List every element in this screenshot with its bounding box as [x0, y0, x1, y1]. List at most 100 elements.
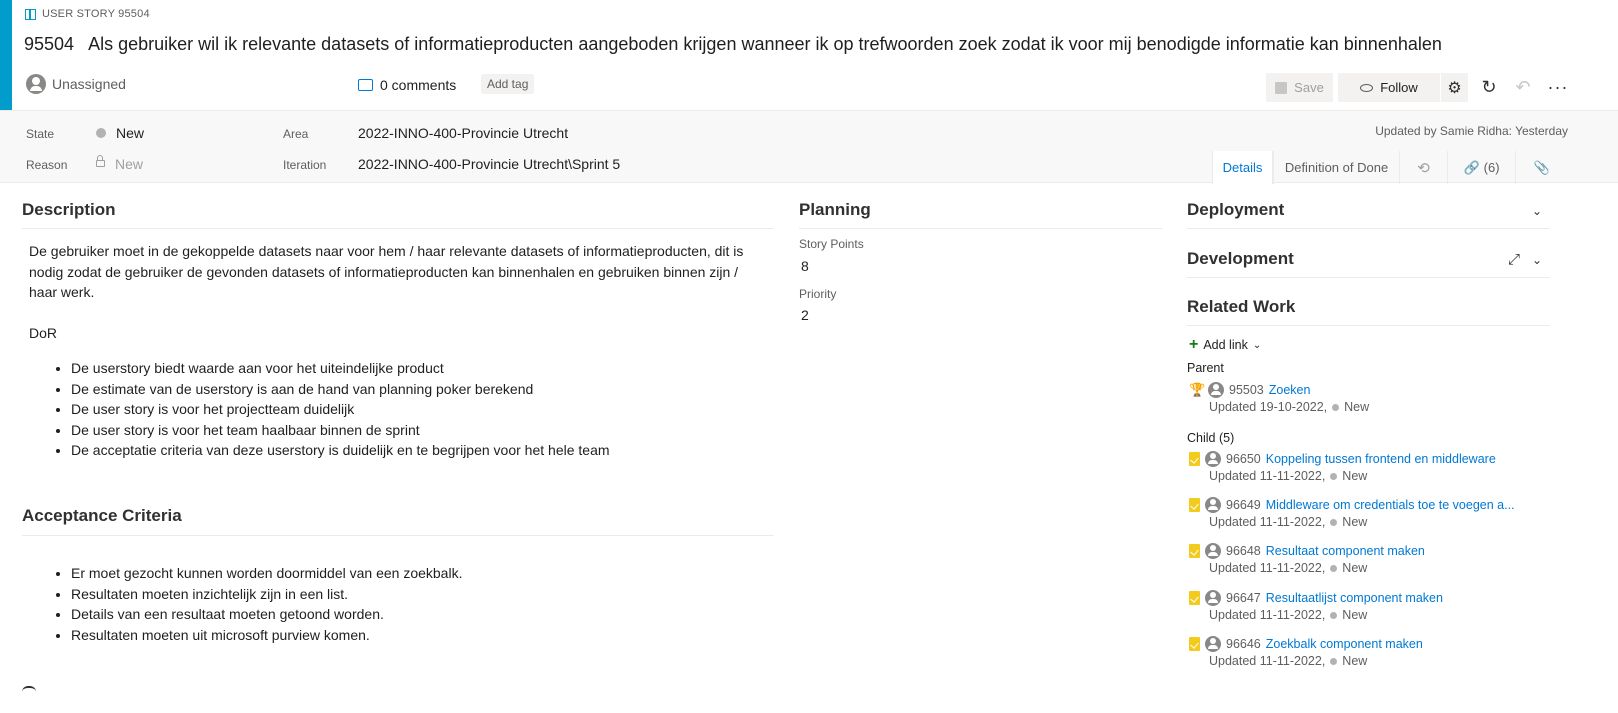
child-updated: Updated 11-11-2022,: [1209, 608, 1326, 622]
child-state: New: [1342, 561, 1368, 575]
child-state: New: [1342, 515, 1368, 529]
list-item: De user story is voor het team haalbaar …: [71, 420, 769, 441]
gear-icon[interactable]: ⚙: [1441, 73, 1468, 102]
state-field[interactable]: New: [96, 125, 144, 141]
acceptance-body[interactable]: Er moet gezocht kunnen worden doormiddel…: [29, 563, 769, 645]
avatar-icon: [1205, 451, 1221, 467]
add-tag-button[interactable]: Add tag: [481, 74, 535, 94]
related-child-item[interactable]: 96649 Middleware om credentials toe te v…: [1189, 497, 1515, 529]
description-title: Description: [22, 200, 116, 219]
priority-field[interactable]: 2: [801, 307, 809, 323]
parent-id: 95503: [1229, 383, 1264, 397]
child-link[interactable]: Zoekbalk component maken: [1266, 637, 1423, 651]
tab-definition-of-done[interactable]: Definition of Done: [1273, 151, 1399, 184]
list-item: Resultaten moeten inzichtelijk zijn in e…: [71, 584, 769, 605]
list-item: De estimate van de userstory is aan de h…: [71, 379, 769, 400]
history-icon[interactable]: ⟲: [1399, 151, 1447, 184]
chevron-down-icon: ⌄: [1252, 339, 1262, 351]
description-body[interactable]: De gebruiker moet in de gekoppelde datas…: [29, 241, 769, 461]
child-state: New: [1342, 608, 1368, 622]
child-state: New: [1342, 654, 1368, 668]
reason-label: Reason: [26, 158, 68, 172]
avatar-icon: [1205, 543, 1221, 559]
deployment-title[interactable]: Deployment: [1187, 200, 1284, 220]
avatar-icon: [1208, 382, 1224, 398]
refresh-icon[interactable]: ↻: [1477, 73, 1501, 102]
paperclip-icon[interactable]: 📎: [1515, 151, 1568, 184]
child-updated: Updated 11-11-2022,: [1209, 469, 1326, 483]
work-item-type: USER STORY 95504: [25, 8, 150, 20]
state-dot-icon: [1330, 518, 1338, 526]
list-item: Details van een resultaat moeten getoond…: [71, 604, 769, 625]
follow-button[interactable]: Follow: [1338, 73, 1440, 102]
work-item-accent-bar: [0, 0, 12, 110]
save-button[interactable]: Save: [1266, 73, 1333, 102]
comments-link[interactable]: 0 comments: [358, 77, 456, 93]
description-paragraph: De gebruiker moet in de gekoppelde datas…: [29, 243, 744, 300]
book-icon: [25, 8, 36, 20]
development-divider: [1187, 277, 1550, 278]
child-id: 96647: [1226, 591, 1261, 605]
task-icon: [1189, 637, 1200, 651]
child-link[interactable]: Middleware om credentials toe te voegen …: [1266, 498, 1515, 512]
work-item-title-text[interactable]: Als gebruiker wil ik relevante datasets …: [88, 34, 1442, 54]
assignee-picker[interactable]: Unassigned: [26, 74, 126, 94]
child-id: 96650: [1226, 452, 1261, 466]
child-state: New: [1342, 469, 1368, 483]
state-label: State: [26, 127, 55, 141]
chevron-down-icon[interactable]: ⌄: [1532, 253, 1542, 267]
expand-icon[interactable]: ⤢: [1508, 251, 1520, 268]
comment-icon: [358, 79, 373, 91]
avatar-icon: [26, 74, 46, 94]
next-section-glyph: [22, 686, 36, 694]
reason-value: New: [115, 156, 144, 172]
tab-details[interactable]: Details: [1212, 151, 1273, 184]
child-id: 96649: [1226, 498, 1261, 512]
story-points-label: Story Points: [799, 237, 864, 251]
avatar-icon: [1205, 590, 1221, 606]
task-icon: [1189, 452, 1200, 466]
story-points-field[interactable]: 8: [801, 258, 809, 274]
related-child-item[interactable]: 96646 Zoekbalk component maken Updated 1…: [1189, 636, 1423, 668]
parent-updated: Updated 19-10-2022,: [1209, 400, 1328, 414]
task-icon: [1189, 544, 1200, 558]
updated-by[interactable]: Updated by Samie Ridha: Yesterday: [1375, 124, 1568, 138]
list-item: Er moet gezocht kunnen worden doormiddel…: [71, 563, 769, 584]
iteration-field[interactable]: 2022-INNO-400-Provincie Utrecht\Sprint 5: [358, 156, 620, 172]
trophy-icon: 🏆: [1189, 382, 1206, 397]
iteration-label: Iteration: [283, 158, 327, 172]
related-parent-item[interactable]: 🏆 95503 Zoeken Updated 19-10-2022, New: [1189, 382, 1369, 414]
child-link[interactable]: Resultaat component maken: [1266, 544, 1425, 558]
area-label: Area: [283, 127, 309, 141]
parent-label: Parent: [1187, 361, 1224, 375]
child-updated: Updated 11-11-2022,: [1209, 515, 1326, 529]
related-child-item[interactable]: 96648 Resultaat component maken Updated …: [1189, 543, 1425, 575]
state-dot-icon: [1330, 657, 1338, 665]
planning-title: Planning: [799, 200, 871, 219]
list-item: De userstory biedt waarde aan voor het u…: [71, 358, 769, 379]
state-dot-icon: [1330, 472, 1338, 480]
state-dot-icon: [96, 128, 106, 138]
task-icon: [1189, 498, 1200, 512]
add-link-button[interactable]: + Add link ⌄: [1189, 336, 1261, 354]
add-link-label: Add link: [1203, 338, 1248, 352]
related-child-item[interactable]: 96650 Koppeling tussen frontend en middl…: [1189, 451, 1496, 483]
undo-icon[interactable]: ↶: [1511, 73, 1535, 102]
work-item-title[interactable]: 95504 Als gebruiker wil ik relevante dat…: [24, 34, 1442, 55]
lock-icon: [96, 155, 105, 167]
tab-links[interactable]: 🔗 (6): [1447, 151, 1515, 184]
parent-link[interactable]: Zoeken: [1269, 383, 1311, 397]
list-item: De user story is voor het projectteam du…: [71, 399, 769, 420]
child-link[interactable]: Resultaatlijst component maken: [1266, 591, 1443, 605]
description-divider: [22, 228, 774, 229]
child-link[interactable]: Koppeling tussen frontend en middleware: [1266, 452, 1496, 466]
link-icon: 🔗: [1463, 159, 1480, 175]
development-title[interactable]: Development: [1187, 249, 1294, 269]
child-label: Child (5): [1187, 431, 1235, 445]
plus-icon: +: [1189, 336, 1199, 353]
related-child-item[interactable]: 96647 Resultaatlijst component maken Upd…: [1189, 590, 1443, 622]
more-icon[interactable]: ···: [1545, 73, 1571, 102]
related-work-divider: [1187, 325, 1550, 326]
chevron-down-icon[interactable]: ⌄: [1532, 204, 1542, 218]
area-field[interactable]: 2022-INNO-400-Provincie Utrecht: [358, 125, 568, 141]
